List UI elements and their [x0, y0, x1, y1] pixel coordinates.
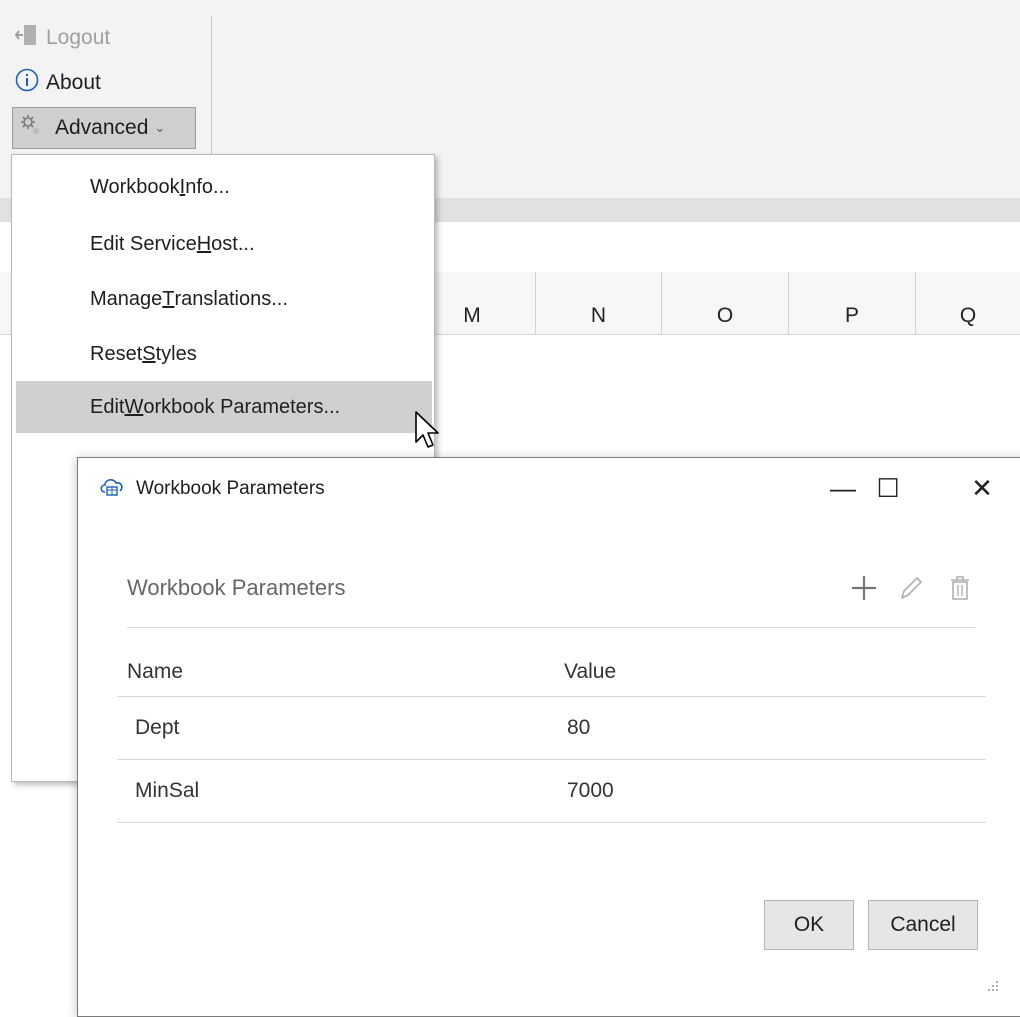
logout-icon [14, 22, 40, 54]
parameters-table-header: Name Value [117, 648, 986, 697]
parameter-value: 7000 [567, 779, 614, 802]
about-button[interactable]: About [14, 67, 101, 99]
menu-item-reset-styles[interactable]: Reset Styles [16, 328, 432, 380]
workbook-parameters-dialog: Workbook Parameters — ☐ ✕ Workbook Param… [77, 457, 1020, 1017]
parameter-name: Dept [135, 716, 180, 739]
section-divider [127, 627, 975, 628]
close-icon: ✕ [971, 472, 993, 503]
column-header-p[interactable]: P [788, 272, 915, 334]
gear-icon [19, 113, 43, 143]
minimize-button[interactable]: — [823, 466, 863, 510]
info-icon [14, 67, 40, 99]
menu-item-edit-service-host[interactable]: Edit Service Host... [16, 218, 432, 270]
ribbon-divider [211, 16, 212, 158]
logout-label: Logout [46, 26, 111, 49]
minimize-icon: — [830, 472, 856, 503]
add-icon[interactable] [848, 572, 880, 604]
menu-item-workbook-info[interactable]: Workbook Info... [16, 161, 432, 213]
dialog-title: Workbook Parameters [136, 478, 325, 499]
cloud-table-icon [98, 474, 126, 504]
section-title: Workbook Parameters [127, 575, 346, 600]
column-header-name[interactable]: Name [127, 648, 183, 696]
column-header-q[interactable]: Q [915, 272, 1020, 334]
advanced-dropdown-button[interactable]: Advanced ⌄ [12, 107, 196, 149]
maximize-icon: ☐ [876, 472, 900, 503]
parameter-value: 80 [567, 716, 591, 739]
table-row[interactable]: Dept 80 [117, 697, 986, 760]
dialog-title-bar: Workbook Parameters [98, 474, 325, 504]
close-button[interactable]: ✕ [962, 466, 1002, 510]
column-header-n[interactable]: N [535, 272, 661, 334]
table-row[interactable]: MinSal 7000 [117, 760, 986, 823]
parameter-name: MinSal [135, 779, 200, 802]
maximize-button[interactable]: ☐ [868, 466, 908, 510]
about-label: About [46, 71, 101, 94]
mouse-pointer-icon [414, 410, 442, 454]
ok-button[interactable]: OK [764, 900, 854, 950]
edit-icon[interactable] [896, 572, 926, 604]
column-header-value[interactable]: Value [564, 648, 616, 696]
advanced-label: Advanced [55, 116, 149, 139]
cancel-button[interactable]: Cancel [868, 900, 978, 950]
delete-icon[interactable] [946, 572, 974, 604]
column-header-o[interactable]: O [661, 272, 788, 334]
logout-button[interactable]: Logout [14, 22, 110, 54]
menu-item-manage-translations[interactable]: Manage Translations... [16, 273, 432, 325]
chevron-down-icon: ⌄ [154, 120, 166, 135]
menu-item-edit-workbook-parameters[interactable]: Edit Workbook Parameters... [16, 381, 432, 433]
